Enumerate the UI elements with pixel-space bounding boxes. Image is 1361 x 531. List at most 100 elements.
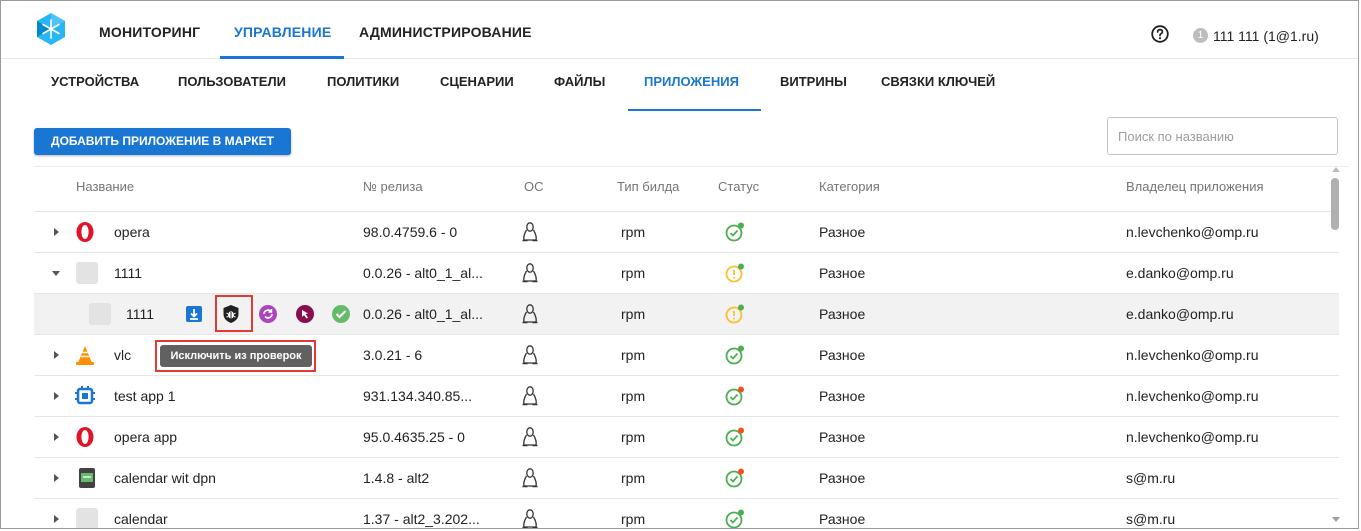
owner: n.levchenko@omp.ru bbox=[1126, 429, 1259, 445]
app-placeholder-icon bbox=[89, 303, 111, 325]
app-placeholder-icon bbox=[76, 262, 98, 284]
user-account[interactable]: 111 111 (1@1.ru) bbox=[1213, 28, 1319, 44]
owner: n.levchenko@omp.ru bbox=[1126, 224, 1259, 240]
owner: s@m.ru bbox=[1126, 470, 1176, 486]
column-header-category[interactable]: Категория bbox=[819, 179, 880, 194]
release-number: 931.134.340.85... bbox=[363, 388, 472, 404]
nav-management[interactable]: УПРАВЛЕНИЕ bbox=[234, 24, 331, 40]
app-placeholder-icon bbox=[76, 508, 98, 528]
tab-devices[interactable]: УСТРОЙСТВА bbox=[51, 74, 139, 89]
owner: n.levchenko@omp.ru bbox=[1126, 388, 1259, 404]
category: Разное bbox=[819, 388, 866, 404]
linux-icon bbox=[522, 345, 538, 365]
app-window: МОНИТОРИНГ УПРАВЛЕНИЕ АДМИНИСТРИРОВАНИЕ … bbox=[0, 0, 1359, 529]
table-row-child[interactable]: 1111 0.0.26 - alt0_1_al... rpm Разное e.… bbox=[34, 293, 1339, 334]
add-app-button[interactable]: ДОБАВИТЬ ПРИЛОЖЕНИЕ В МАРКЕТ bbox=[34, 128, 291, 155]
owner: e.danko@omp.ru bbox=[1126, 265, 1234, 281]
table-row[interactable]: calendar 1.37 - alt2_3.202... rpm Разное… bbox=[34, 498, 1339, 528]
build-type: rpm bbox=[621, 388, 646, 404]
tab-applications[interactable]: ПРИЛОЖЕНИЯ bbox=[644, 74, 739, 89]
tab-scenarios[interactable]: СЦЕНАРИИ bbox=[440, 74, 514, 89]
tab-users[interactable]: ПОЛЬЗОВАТЕЛИ bbox=[178, 74, 286, 89]
category: Разное bbox=[819, 429, 866, 445]
expand-icon[interactable] bbox=[54, 433, 59, 441]
status-warning-icon bbox=[725, 263, 744, 283]
expand-icon[interactable] bbox=[54, 474, 59, 482]
expand-icon[interactable] bbox=[54, 515, 59, 523]
tab-policies[interactable]: ПОЛИТИКИ bbox=[327, 74, 399, 89]
owner: e.danko@omp.ru bbox=[1126, 306, 1234, 322]
build-type: rpm bbox=[621, 511, 646, 527]
app-name: opera app bbox=[114, 429, 178, 445]
cursor-icon[interactable] bbox=[295, 304, 315, 324]
app-grid-icon bbox=[75, 386, 95, 405]
release-number: 1.4.8 - alt2 bbox=[363, 470, 430, 486]
column-header-name[interactable]: Название bbox=[76, 179, 134, 194]
tab-files[interactable]: ФАЙЛЫ bbox=[554, 74, 605, 89]
app-name: 1111 bbox=[126, 306, 155, 322]
logo-icon[interactable] bbox=[34, 12, 68, 46]
scroll-up-arrow-icon[interactable] bbox=[1332, 167, 1340, 172]
vlc-icon bbox=[76, 346, 94, 365]
active-nav-indicator bbox=[220, 56, 344, 59]
column-header-owner[interactable]: Владелец приложения bbox=[1126, 179, 1264, 194]
linux-icon bbox=[522, 468, 538, 488]
tab-keychains[interactable]: СВЯЗКИ КЛЮЧЕЙ bbox=[881, 74, 995, 89]
user-badge: 1 bbox=[1193, 28, 1208, 43]
tab-showcases[interactable]: ВИТРИНЫ bbox=[780, 74, 847, 89]
table-row[interactable]: vlc Исключить из проверок 3.0.21 - 6 rpm… bbox=[34, 334, 1339, 375]
table-row[interactable]: opera 98.0.4759.6 - 0 rpm Разное n.levch… bbox=[34, 211, 1339, 252]
table-row[interactable]: calendar wit dpn 1.4.8 - alt2 rpm Разное… bbox=[34, 457, 1339, 498]
search-input[interactable]: Поиск по названию bbox=[1107, 117, 1338, 155]
expand-icon[interactable] bbox=[54, 392, 59, 400]
nav-monitoring[interactable]: МОНИТОРИНГ bbox=[99, 24, 200, 40]
column-header-os[interactable]: ОС bbox=[524, 179, 544, 194]
check-circle-icon[interactable] bbox=[331, 304, 351, 324]
app-name: calendar bbox=[114, 511, 168, 527]
app-name: calendar wit dpn bbox=[114, 470, 216, 486]
linux-icon bbox=[522, 222, 538, 242]
category: Разное bbox=[819, 306, 866, 322]
category: Разное bbox=[819, 511, 866, 527]
table-row[interactable]: test app 1 931.134.340.85... rpm Разное … bbox=[34, 375, 1339, 416]
build-type: rpm bbox=[621, 470, 646, 486]
download-icon[interactable] bbox=[184, 304, 204, 324]
app-name: opera bbox=[114, 224, 150, 240]
build-type: rpm bbox=[621, 306, 646, 322]
opera-icon bbox=[76, 427, 94, 447]
build-type: rpm bbox=[621, 224, 646, 240]
owner: s@m.ru bbox=[1126, 511, 1176, 527]
sync-icon[interactable] bbox=[258, 304, 278, 324]
collapse-icon[interactable] bbox=[52, 271, 60, 276]
column-header-status[interactable]: Статус bbox=[718, 179, 759, 194]
expand-icon[interactable] bbox=[54, 351, 59, 359]
app-name: vlc bbox=[114, 347, 132, 363]
opera-icon bbox=[76, 222, 94, 242]
expand-icon[interactable] bbox=[54, 228, 59, 236]
scroll-down-arrow-icon[interactable] bbox=[1332, 517, 1340, 522]
linux-icon bbox=[522, 509, 538, 528]
table-row[interactable]: 1111 0.0.26 - alt0_1_al... rpm Разное e.… bbox=[34, 252, 1339, 293]
column-header-build-type[interactable]: Тип билда bbox=[617, 179, 679, 194]
nav-administration[interactable]: АДМИНИСТРИРОВАНИЕ bbox=[359, 24, 532, 40]
owner: n.levchenko@omp.ru bbox=[1126, 347, 1259, 363]
linux-icon bbox=[522, 427, 538, 447]
status-ok-icon bbox=[725, 509, 744, 528]
status-warning-icon bbox=[725, 304, 744, 324]
scrollbar-thumb[interactable] bbox=[1331, 178, 1339, 230]
top-header: МОНИТОРИНГ УПРАВЛЕНИЕ АДМИНИСТРИРОВАНИЕ … bbox=[1, 1, 1358, 59]
linux-icon bbox=[522, 386, 538, 406]
help-icon[interactable] bbox=[1151, 25, 1169, 43]
release-number: 1.37 - alt2_3.202... bbox=[363, 511, 480, 527]
build-type: rpm bbox=[621, 347, 646, 363]
status-ok-icon bbox=[725, 427, 744, 447]
highlight-box bbox=[155, 340, 316, 372]
column-header-release[interactable]: № релиза bbox=[363, 179, 423, 194]
category: Разное bbox=[819, 265, 866, 281]
release-number: 3.0.21 - 6 bbox=[363, 347, 423, 363]
category: Разное bbox=[819, 347, 866, 363]
category: Разное bbox=[819, 224, 866, 240]
build-type: rpm bbox=[621, 429, 646, 445]
app-name: 1111 bbox=[114, 265, 143, 281]
table-row[interactable]: opera app 95.0.4635.25 - 0 rpm Разное n.… bbox=[34, 416, 1339, 457]
